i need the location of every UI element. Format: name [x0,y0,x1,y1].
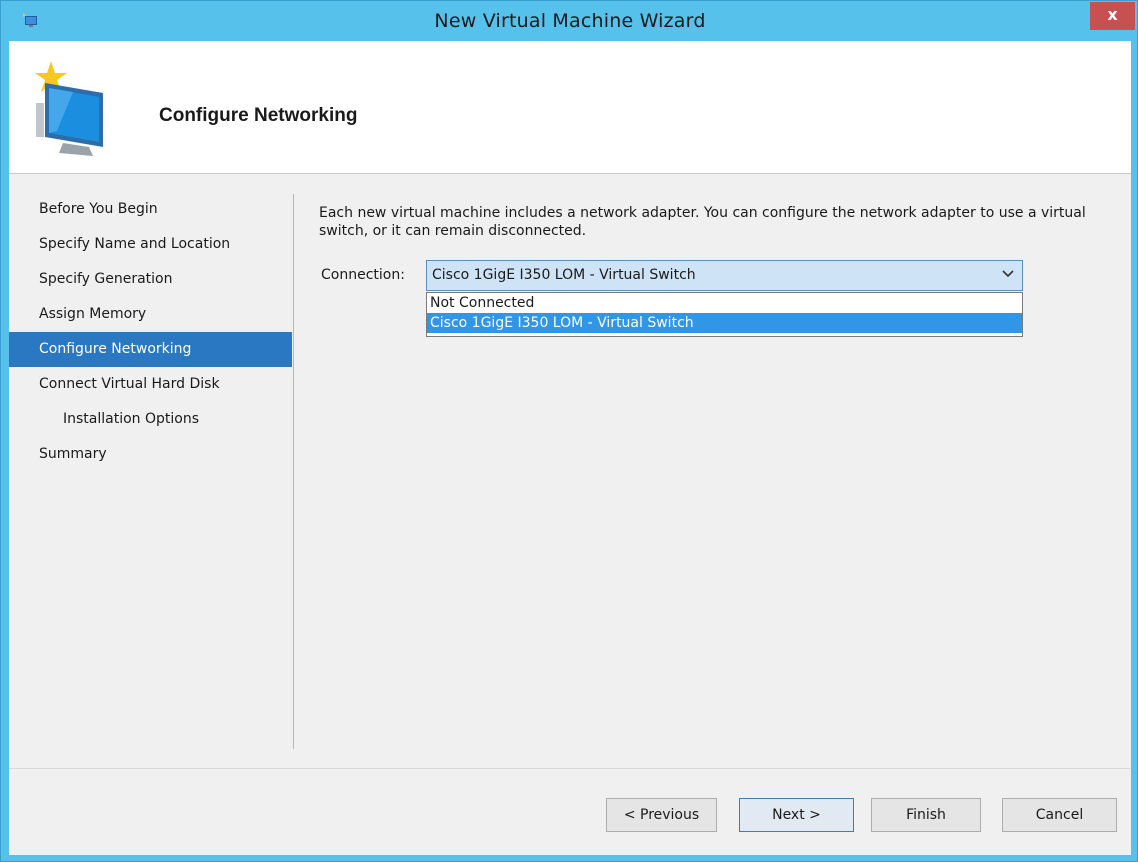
connection-selected-value: Cisco 1GigE I350 LOM - Virtual Switch [432,267,696,283]
wizard-body: Before You Begin Specify Name and Locati… [9,174,1131,855]
connection-label: Connection: [321,267,405,283]
nav-item-connect-virtual-hard-disk[interactable]: Connect Virtual Hard Disk [9,367,292,402]
virtual-machine-wizard-icon [33,61,113,157]
window-title: New Virtual Machine Wizard [434,10,706,32]
finish-button[interactable]: Finish [871,798,981,832]
nav-item-summary[interactable]: Summary [9,437,292,472]
page-title: Configure Networking [159,105,358,126]
next-button[interactable]: Next > [739,798,854,832]
option-virtual-switch[interactable]: Cisco 1GigE I350 LOM - Virtual Switch [427,313,1022,333]
option-not-connected[interactable]: Not Connected [427,293,1022,313]
nav-item-assign-memory[interactable]: Assign Memory [9,297,292,332]
previous-button[interactable]: < Previous [606,798,717,832]
wizard-header: Configure Networking [9,41,1131,174]
nav-item-before-you-begin[interactable]: Before You Begin [9,192,292,227]
description-text: Each new virtual machine includes a netw… [319,205,1086,239]
close-button[interactable]: x [1090,2,1135,30]
footer-divider [9,768,1131,769]
nav-item-specify-generation[interactable]: Specify Generation [9,262,292,297]
cancel-button[interactable]: Cancel [1002,798,1117,832]
nav-divider [293,194,294,749]
nav-item-specify-name-and-location[interactable]: Specify Name and Location [9,227,292,262]
connection-select[interactable]: Cisco 1GigE I350 LOM - Virtual Switch [426,260,1023,291]
wizard-steps: Before You Begin Specify Name and Locati… [9,192,292,472]
title-bar[interactable]: New Virtual Machine Wizard x [1,1,1138,41]
nav-item-configure-networking[interactable]: Configure Networking [9,332,292,367]
connection-dropdown-list: Not Connected Cisco 1GigE I350 LOM - Vir… [426,292,1023,337]
wizard-window: New Virtual Machine Wizard x Configure N… [0,0,1138,862]
nav-item-installation-options[interactable]: Installation Options [9,402,292,437]
chevron-down-icon[interactable] [1001,267,1015,281]
